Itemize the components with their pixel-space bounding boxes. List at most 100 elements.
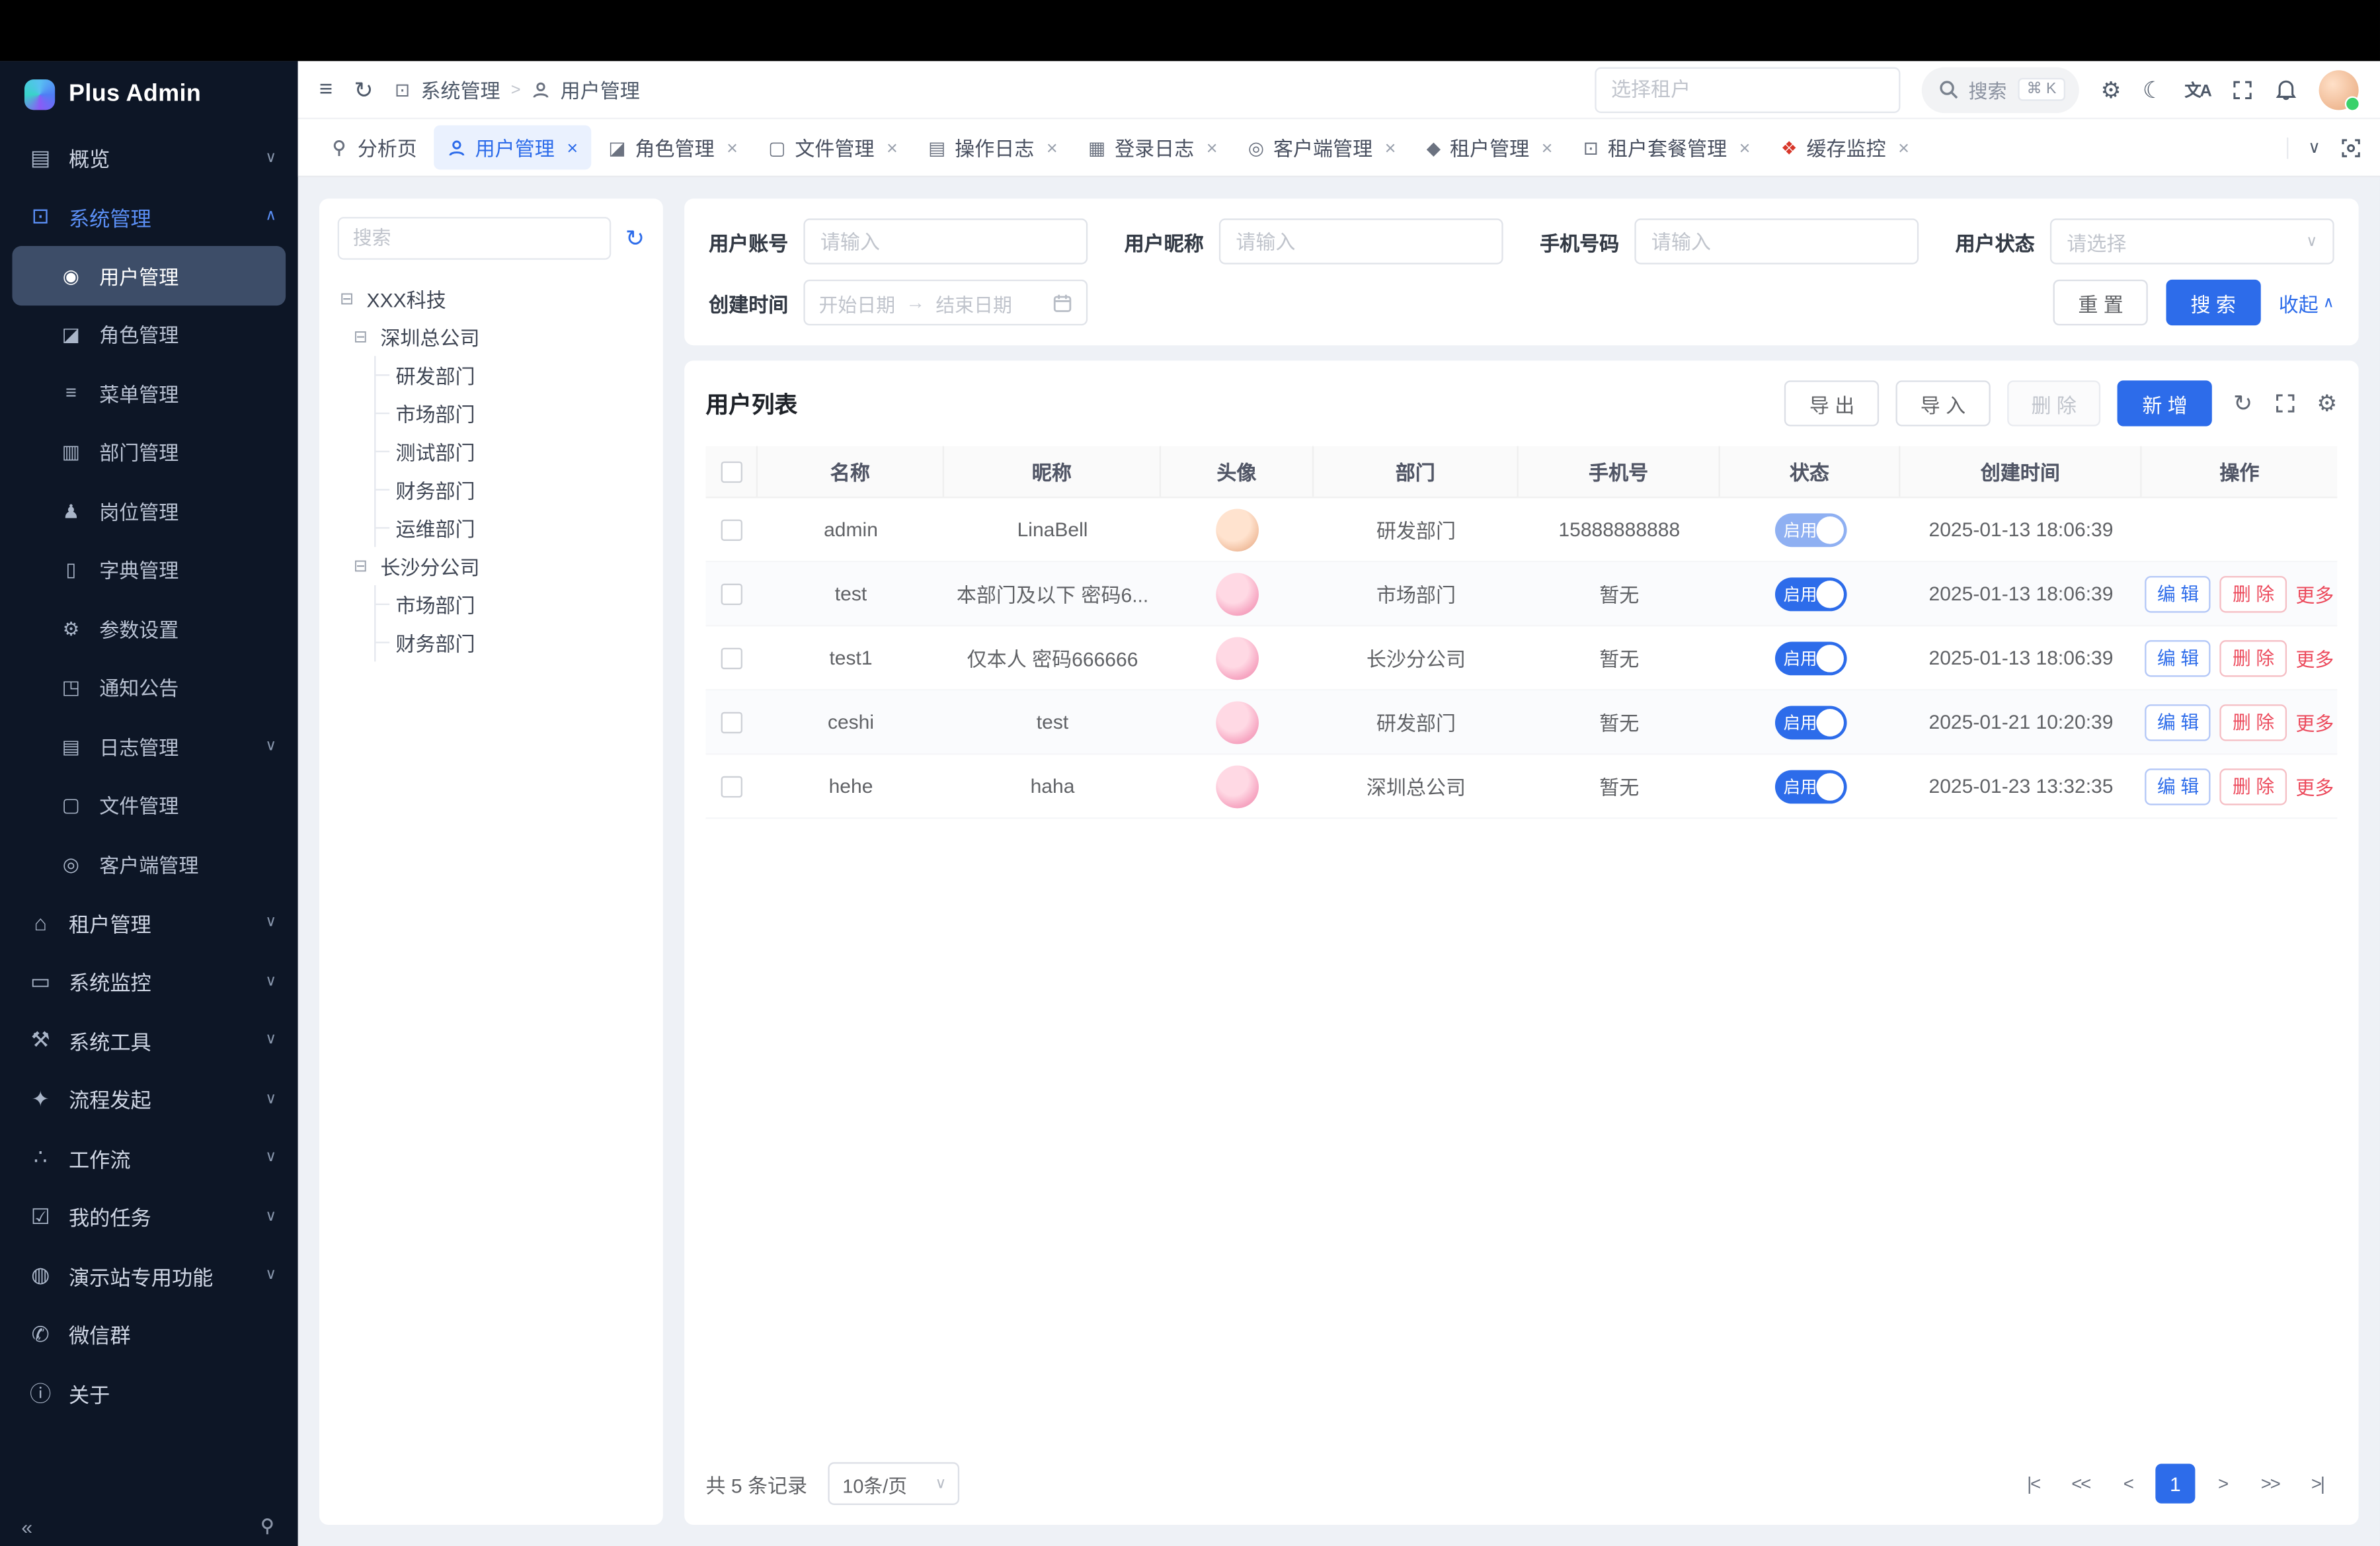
nickname-input[interactable] — [1219, 218, 1503, 264]
status-toggle[interactable]: 启用 — [1774, 577, 1846, 610]
tab-cache-monitor[interactable]: ❖ 缓存监控 × — [1767, 125, 1923, 169]
sidebar-item-workflow[interactable]: ∴ 工作流 ∨ — [0, 1128, 298, 1187]
row-checkbox[interactable] — [721, 712, 742, 733]
first-page-button[interactable]: |< — [2013, 1464, 2053, 1504]
refresh-icon[interactable]: ↻ — [2233, 389, 2252, 417]
sidebar-item-param-settings[interactable]: ⚙ 参数设置 — [0, 599, 298, 658]
tree-node-leaf[interactable]: 市场部门 — [376, 394, 645, 432]
delete-row-button[interactable]: 删 除 — [2220, 704, 2286, 740]
prev-fast-button[interactable]: << — [2061, 1464, 2100, 1504]
collapse-sidebar-icon[interactable]: « — [21, 1515, 32, 1538]
sidebar-item-overview[interactable]: ▤ 概览 ∨ — [0, 128, 298, 187]
breadcrumb-root[interactable]: 系统管理 — [420, 75, 500, 104]
close-icon[interactable]: × — [727, 137, 738, 158]
tab-tenant-management[interactable]: ◆ 租户管理 × — [1413, 125, 1566, 169]
tree-node-branch[interactable]: ⊟ 深圳总公司 — [351, 318, 645, 356]
delete-row-button[interactable]: 删 除 — [2220, 639, 2286, 676]
close-icon[interactable]: × — [887, 137, 898, 158]
status-select[interactable]: 请选择 ∨ — [2050, 218, 2334, 264]
prev-page-button[interactable]: < — [2108, 1464, 2148, 1504]
date-range-picker[interactable]: 开始日期 → 结束日期 — [803, 280, 1088, 325]
sidebar-item-dept-management[interactable]: ▥ 部门管理 — [0, 423, 298, 481]
edit-button[interactable]: 编 辑 — [2145, 575, 2211, 612]
more-button[interactable]: 更多 — [2296, 772, 2334, 801]
fullscreen-icon[interactable] — [2274, 393, 2295, 414]
phone-input[interactable] — [1634, 218, 1919, 264]
status-toggle[interactable]: 启用 — [1774, 512, 1846, 546]
row-checkbox[interactable] — [721, 583, 742, 604]
more-button[interactable]: 更多 — [2296, 579, 2334, 608]
dark-mode-icon[interactable]: ☾ — [2143, 75, 2163, 103]
tab-user-management[interactable]: 用户管理 × — [434, 125, 592, 169]
search-button[interactable]: 搜 索 — [2166, 280, 2260, 325]
next-page-button[interactable]: > — [2203, 1464, 2242, 1504]
row-checkbox[interactable] — [721, 518, 742, 540]
tab-login-log[interactable]: ▦ 登录日志 × — [1074, 125, 1231, 169]
close-icon[interactable]: × — [1739, 137, 1751, 158]
sidebar-item-about[interactable]: ⓘ 关于 — [0, 1363, 298, 1422]
gear-icon[interactable]: ⚙ — [2100, 75, 2121, 103]
last-page-button[interactable]: >| — [2297, 1464, 2337, 1504]
tab-role-management[interactable]: ◪ 角色管理 × — [595, 125, 752, 169]
sidebar-item-notice[interactable]: ◳ 通知公告 — [0, 658, 298, 717]
edit-button[interactable]: 编 辑 — [2145, 639, 2211, 676]
tree-node-leaf[interactable]: 市场部门 — [376, 585, 645, 624]
tree-node-leaf[interactable]: 测试部门 — [376, 432, 645, 471]
sidebar-item-system-monitor[interactable]: ▭ 系统监控 ∨ — [0, 952, 298, 1011]
sidebar-item-dict-management[interactable]: ▯ 字典管理 — [0, 540, 298, 599]
sidebar-item-system-tools[interactable]: ⚒ 系统工具 ∨ — [0, 1010, 298, 1069]
translate-icon[interactable]: 文A — [2184, 77, 2210, 102]
delete-button[interactable]: 删 除 — [2007, 380, 2101, 426]
sidebar-item-post-management[interactable]: ♟ 岗位管理 — [0, 481, 298, 540]
sidebar-item-log-management[interactable]: ▤ 日志管理 ∨ — [0, 717, 298, 776]
close-icon[interactable]: × — [1385, 137, 1396, 158]
hamburger-icon[interactable]: ≡ — [319, 77, 333, 102]
global-search[interactable]: 搜索 ⌘ K — [1921, 67, 2079, 112]
sidebar-item-system-management[interactable]: ⊡ 系统管理 ∧ — [0, 187, 298, 246]
user-avatar[interactable] — [2319, 69, 2359, 109]
row-checkbox[interactable] — [721, 647, 742, 669]
delete-row-button[interactable]: 删 除 — [2220, 575, 2286, 612]
sidebar-item-tenant-management[interactable]: ⌂ 租户管理 ∨ — [0, 893, 298, 952]
bell-icon[interactable] — [2275, 78, 2298, 101]
tree-expand-icon[interactable]: ⊟ — [351, 327, 370, 346]
sidebar-item-wechat-group[interactable]: ✆ 微信群 — [0, 1305, 298, 1363]
tree-node-leaf[interactable]: 财务部门 — [376, 471, 645, 509]
edit-button[interactable]: 编 辑 — [2145, 768, 2211, 804]
collapse-filter-link[interactable]: 收起 ∧ — [2279, 288, 2334, 317]
tree-node-leaf[interactable]: 研发部门 — [376, 356, 645, 394]
close-icon[interactable]: × — [1047, 137, 1058, 158]
delete-row-button[interactable]: 删 除 — [2220, 768, 2286, 804]
tab-client-management[interactable]: ◎ 客户端管理 × — [1234, 125, 1409, 169]
tree-node-branch[interactable]: ⊟ 长沙分公司 — [351, 547, 645, 585]
sidebar-item-flow-start[interactable]: ✦ 流程发起 ∨ — [0, 1069, 298, 1128]
tab-list-dropdown-icon[interactable]: ∨ — [2308, 138, 2320, 157]
add-button[interactable]: 新 增 — [2118, 380, 2211, 426]
sidebar-item-demo-features[interactable]: ◍ 演示站专用功能 ∨ — [0, 1246, 298, 1305]
refresh-icon[interactable]: ↻ — [354, 75, 374, 103]
page-size-select[interactable]: 10条/页 ∨ — [828, 1462, 960, 1505]
export-button[interactable]: 导 出 — [1785, 380, 1879, 426]
row-checkbox[interactable] — [721, 776, 742, 797]
status-toggle[interactable]: 启用 — [1774, 705, 1846, 739]
status-toggle[interactable]: 启用 — [1774, 641, 1846, 674]
sidebar-item-role-management[interactable]: ◪ 角色管理 — [0, 305, 298, 364]
tree-search-input[interactable] — [338, 217, 612, 260]
tree-refresh-icon[interactable]: ↻ — [625, 225, 645, 253]
next-fast-button[interactable]: >> — [2250, 1464, 2290, 1504]
fullscreen-icon[interactable] — [2232, 79, 2253, 100]
more-button[interactable]: 更多 — [2296, 643, 2334, 672]
screenshot-icon[interactable] — [2340, 137, 2361, 158]
reset-button[interactable]: 重 置 — [2053, 280, 2147, 325]
tab-operation-log[interactable]: ▤ 操作日志 × — [914, 125, 1071, 169]
pin-icon[interactable] — [258, 1517, 276, 1535]
more-button[interactable]: 更多 — [2296, 708, 2334, 737]
close-icon[interactable]: × — [1207, 137, 1218, 158]
close-icon[interactable]: × — [1542, 137, 1553, 158]
status-toggle[interactable]: 启用 — [1774, 769, 1846, 803]
select-all-checkbox[interactable] — [720, 461, 741, 482]
tenant-select-input[interactable] — [1595, 67, 1900, 112]
tree-node-leaf[interactable]: 财务部门 — [376, 624, 645, 662]
tab-file-management[interactable]: ▢ 文件管理 × — [754, 125, 911, 169]
tree-node-leaf[interactable]: 运维部门 — [376, 509, 645, 547]
